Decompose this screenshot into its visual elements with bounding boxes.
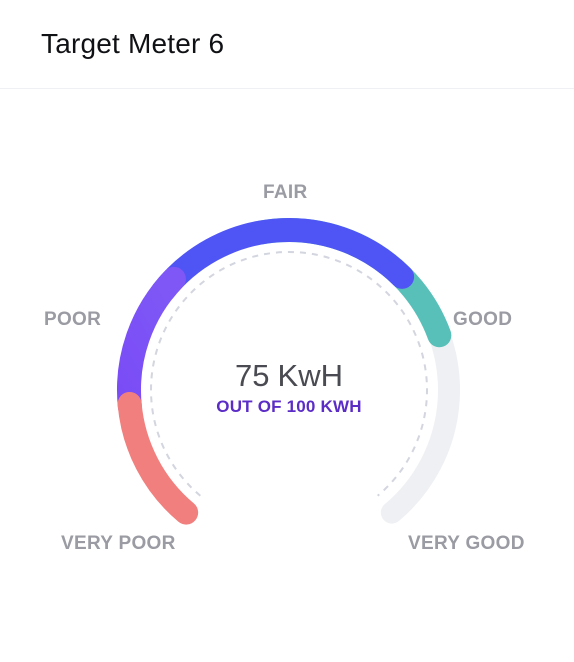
gauge-segment-fair bbox=[150, 218, 415, 304]
gauge-value-number: 75 bbox=[235, 358, 270, 393]
label-poor: POOR bbox=[44, 309, 102, 330]
label-fair: FAIR bbox=[263, 182, 308, 203]
gauge-subtitle: OUT OF 100 KWH bbox=[216, 397, 362, 416]
gauge-value: 75 KwH bbox=[0, 358, 574, 394]
gauge-chart bbox=[117, 218, 460, 525]
gauge-segment-very-poor bbox=[117, 391, 199, 525]
gauge-value-unit: KwH bbox=[277, 358, 343, 393]
label-good: GOOD bbox=[453, 309, 513, 330]
label-very-good: VERY GOOD bbox=[408, 533, 525, 554]
target-meter-card: Target Meter 6 FAIR POOR GOOD VERY POOR … bbox=[0, 0, 574, 662]
label-very-poor: VERY POOR bbox=[61, 533, 176, 554]
